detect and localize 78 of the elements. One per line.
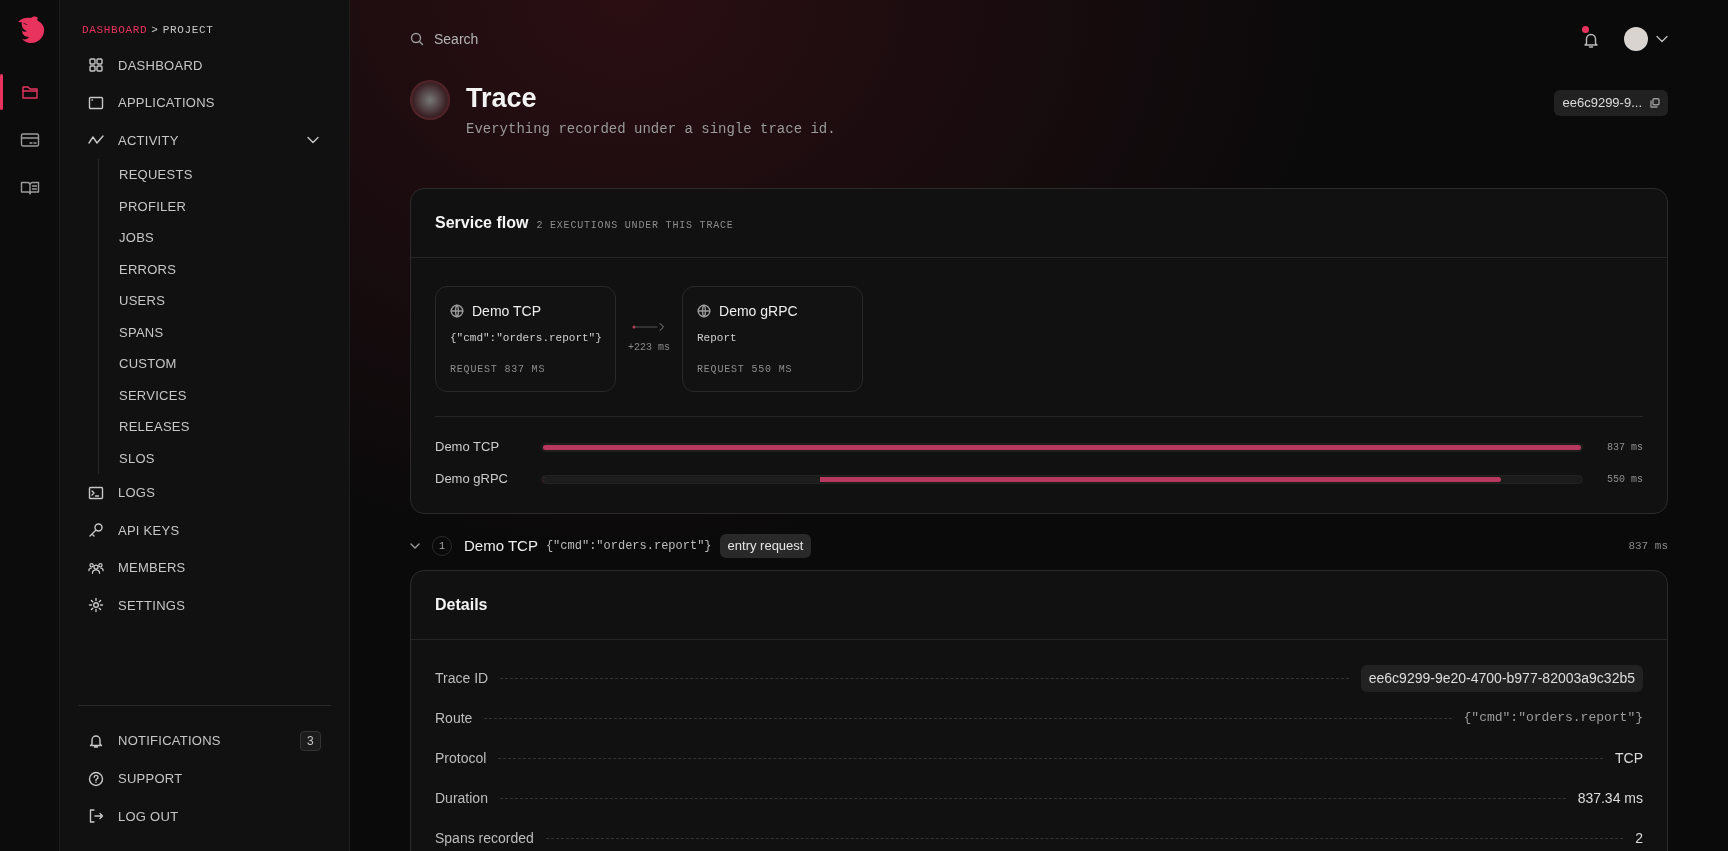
nav-item[interactable]: NOTIFICATIONS 3 bbox=[78, 722, 331, 760]
nav-item[interactable]: SETTINGS bbox=[78, 586, 331, 624]
nav-subitem[interactable]: SPANS bbox=[99, 316, 164, 348]
nav-item[interactable]: ACTIVITY bbox=[78, 121, 331, 159]
panel-title: Service flow bbox=[435, 212, 529, 233]
globe-icon bbox=[450, 304, 464, 318]
detail-value: ee6c9299-9e20-4700-b977-82003a9c32b5 bbox=[1360, 664, 1643, 692]
terminal-icon bbox=[88, 484, 104, 501]
settings-icon bbox=[88, 597, 104, 614]
window-icon bbox=[88, 94, 104, 111]
node-route: Report bbox=[697, 330, 738, 346]
nav-item[interactable]: SUPPORT bbox=[78, 760, 331, 798]
detail-label: Trace ID bbox=[435, 668, 489, 688]
trace-avatar-placeholder bbox=[410, 80, 450, 120]
trace-id-chip[interactable]: ee6c9299-9... bbox=[1554, 90, 1668, 116]
execution-duration: 837 ms bbox=[1628, 538, 1668, 554]
panel-title: Details bbox=[435, 596, 488, 613]
help-icon bbox=[88, 770, 104, 787]
detail-label: Route bbox=[435, 708, 473, 728]
breadcrumb-link[interactable]: DASHBOARD bbox=[82, 22, 148, 39]
card-icon bbox=[19, 132, 40, 148]
detail-value: TCP bbox=[1615, 748, 1643, 768]
nav-subitem[interactable]: JOBS bbox=[99, 222, 154, 254]
detail-label: Duration bbox=[435, 788, 488, 808]
nav-item[interactable]: DASHBOARD bbox=[78, 46, 331, 84]
book-icon bbox=[19, 180, 40, 196]
notifications-button[interactable] bbox=[1582, 27, 1600, 51]
bar-reading: 837 ms bbox=[1606, 440, 1643, 455]
page-title: Trace bbox=[466, 82, 538, 115]
bar-label: Demo TCP bbox=[435, 438, 501, 457]
nav-item[interactable]: LOGS bbox=[78, 474, 331, 512]
detail-value: 837.34 ms bbox=[1577, 788, 1643, 808]
node-meta: REQUEST 837 MS bbox=[450, 363, 547, 377]
bar-label: Demo gRPC bbox=[435, 470, 509, 489]
bar-reading: 550 ms bbox=[1606, 472, 1643, 487]
execution-name: Demo TCP bbox=[464, 535, 538, 556]
detail-label: Protocol bbox=[435, 748, 487, 768]
globe-icon bbox=[697, 304, 711, 318]
node-route: {"cmd":"orders.report"} bbox=[450, 330, 601, 346]
panel-caption: 2 EXECUTIONS UNDER THIS TRACE bbox=[536, 218, 734, 233]
folder-icon bbox=[20, 84, 39, 100]
nav-subitem[interactable]: REQUESTS bbox=[99, 159, 193, 191]
user-menu-button[interactable] bbox=[1624, 27, 1668, 51]
connector-arrow bbox=[632, 322, 666, 333]
nav-item[interactable]: MEMBERS bbox=[78, 549, 331, 587]
entry-tag: entry request bbox=[719, 534, 812, 558]
search-field[interactable]: Search bbox=[432, 27, 732, 51]
avatar-placeholder bbox=[1624, 27, 1648, 51]
nav-subitem[interactable]: PROFILER bbox=[99, 190, 187, 222]
nav-subitem[interactable]: USERS bbox=[99, 285, 166, 317]
copy-icon bbox=[1650, 97, 1660, 108]
connector-label: +223 ms bbox=[628, 341, 670, 356]
nav-subitem[interactable]: CUSTOM bbox=[99, 348, 177, 380]
search-icon bbox=[410, 32, 424, 46]
nav-subitem[interactable]: SERVICES bbox=[99, 379, 187, 411]
nav-subitem[interactable]: RELEASES bbox=[99, 411, 190, 443]
nav-item[interactable]: LOG OUT bbox=[78, 797, 331, 835]
page-subtitle: Everything recorded under a single trace id. bbox=[466, 119, 836, 139]
execution-route: {"cmd":"orders.report"} bbox=[545, 538, 712, 555]
nav-item[interactable]: APPLICATIONS bbox=[78, 84, 331, 122]
key-icon bbox=[88, 522, 104, 539]
grid-icon bbox=[88, 57, 104, 74]
detail-label: Spans recorded bbox=[435, 828, 534, 848]
nav-item[interactable]: API KEYS bbox=[78, 511, 331, 549]
service-node[interactable]: Demo TCP {"cmd":"orders.report"} REQUEST 837 MS bbox=[435, 285, 616, 392]
nav-subitem[interactable]: SLOS bbox=[99, 442, 155, 474]
nav-subitem[interactable]: ERRORS bbox=[99, 253, 177, 285]
detail-value: {"cmd":"orders.report"} bbox=[1463, 709, 1643, 728]
breadcrumb-separator: > bbox=[151, 23, 159, 38]
logout-icon bbox=[88, 808, 104, 825]
bell-icon bbox=[88, 733, 104, 749]
node-name: Demo gRPC bbox=[719, 301, 798, 321]
detail-value: 2 bbox=[1635, 828, 1643, 848]
node-meta: REQUEST 550 MS bbox=[697, 363, 794, 377]
service-node[interactable]: Demo gRPC Report REQUEST 550 MS bbox=[682, 285, 863, 392]
chevron-down-icon bbox=[1656, 35, 1668, 43]
node-name: Demo TCP bbox=[472, 301, 541, 321]
count-badge: 3 bbox=[300, 731, 321, 751]
